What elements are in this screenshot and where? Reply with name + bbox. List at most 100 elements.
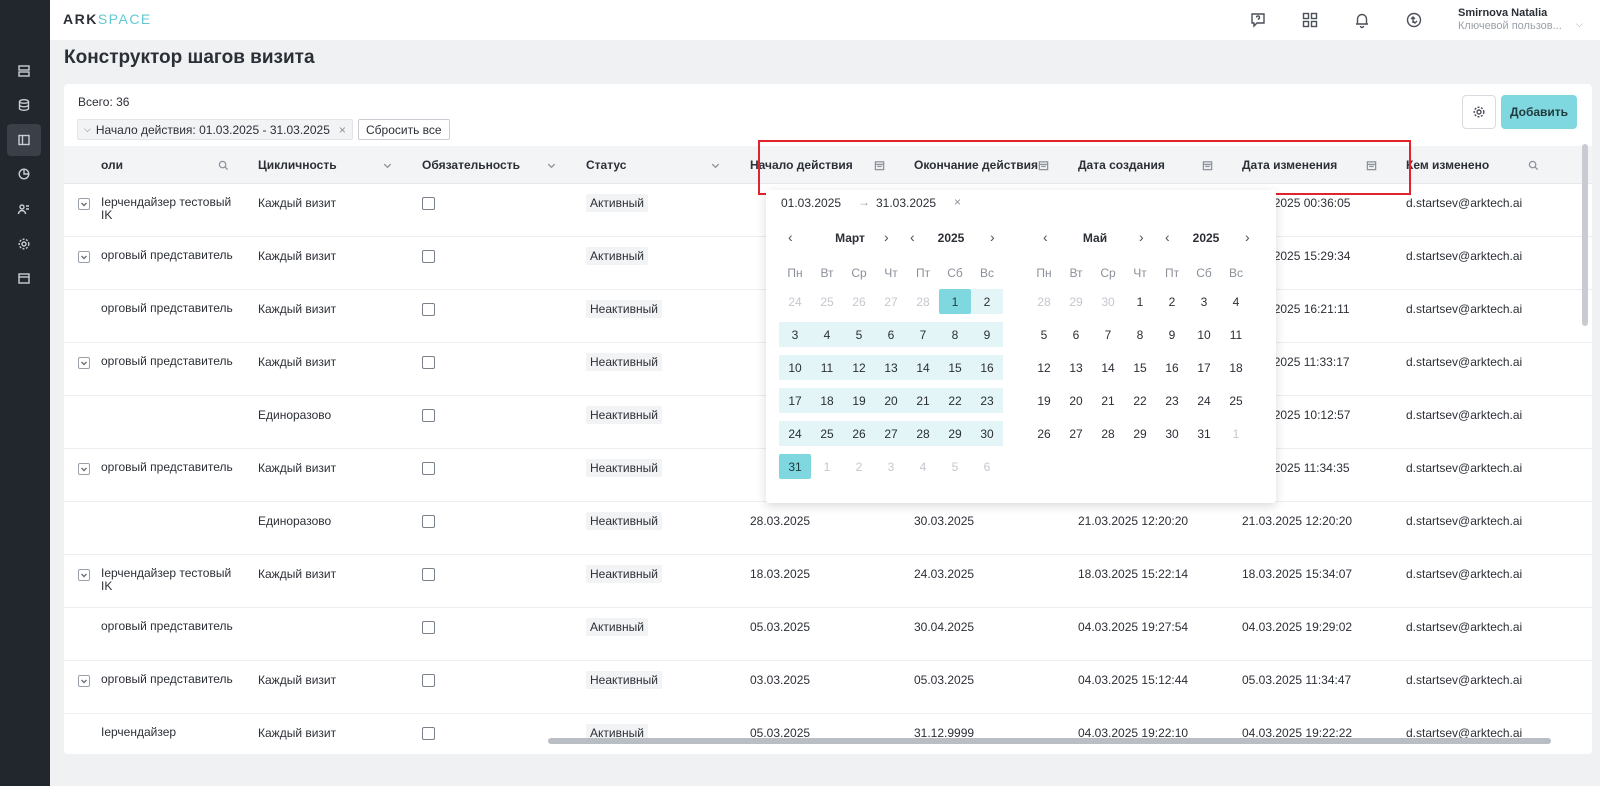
required-checkbox[interactable] [422,462,435,475]
required-checkbox[interactable] [422,356,435,369]
calendar-day[interactable]: 11 [811,355,843,380]
chevron-down-icon[interactable]: ⌵ [1576,19,1583,30]
calendar-day[interactable]: 6 [971,454,1003,479]
calendar-day[interactable]: 1 [1220,421,1252,446]
calendar-day[interactable]: 29 [1060,289,1092,314]
calendar-day[interactable]: 10 [779,355,811,380]
calendar-day[interactable]: 19 [1028,388,1060,413]
calendar-day[interactable]: 15 [939,355,971,380]
required-checkbox[interactable] [422,515,435,528]
sidebar-item-analytics[interactable] [7,158,41,190]
calendar-day[interactable]: 15 [1124,355,1156,380]
calendar-day[interactable]: 1 [811,454,843,479]
calendar-day[interactable]: 11 [1220,322,1252,347]
user-name[interactable]: Smirnova Natalia [1458,7,1547,19]
expand-row-icon[interactable] [78,675,90,687]
calendar-day[interactable]: 30 [971,421,1003,446]
chevron-down-icon[interactable] [380,158,394,172]
expand-row-icon[interactable] [78,251,90,263]
expand-row-icon[interactable] [78,198,90,210]
calendar-icon[interactable] [1036,158,1050,172]
calendar-day[interactable]: 6 [1060,322,1092,347]
calendar-day[interactable]: 29 [1124,421,1156,446]
calendar-day[interactable]: 24 [779,289,811,314]
sidebar-item-constructor[interactable] [7,124,41,156]
calendar-icon[interactable] [872,158,886,172]
calendar-day[interactable]: 12 [843,355,875,380]
calendar-day[interactable]: 22 [1124,388,1156,413]
date-range-input[interactable]: 01.03.2025 → 31.03.2025 × [766,190,1276,216]
table-row[interactable]: орговый представитель Активный 05.03.202… [64,608,1592,661]
vertical-scrollbar[interactable] [1582,144,1588,326]
calendar-day[interactable]: 4 [811,322,843,347]
calendar-day[interactable]: 2 [971,289,1003,314]
calendar-day[interactable]: 27 [875,421,907,446]
expand-row-icon[interactable] [78,569,90,581]
next-year-icon[interactable]: › [1245,229,1250,245]
calendar-day[interactable]: 8 [939,322,971,347]
calendar-day[interactable]: 28 [907,289,939,314]
calendar-day[interactable]: 29 [939,421,971,446]
calendar-day[interactable]: 28 [1092,421,1124,446]
chevron-down-icon[interactable]: ⌵ [84,124,91,135]
prev-year-icon[interactable]: ‹ [1165,229,1170,245]
calendar-day[interactable]: 31 [1188,421,1220,446]
calendar-day[interactable]: 5 [939,454,971,479]
expand-row-icon[interactable] [78,463,90,475]
column-header-start[interactable]: Начало действия [750,146,853,184]
calendar-day[interactable]: 26 [843,421,875,446]
calendar-day[interactable]: 24 [1188,388,1220,413]
calendar-day[interactable]: 2 [1156,289,1188,314]
search-icon[interactable] [216,158,230,172]
filter-chip[interactable]: ⌵ Начало действия: 01.03.2025 - 31.03.20… [77,119,353,140]
chevron-down-icon[interactable] [708,158,722,172]
sidebar-item-users[interactable] [7,193,41,225]
help-chat-icon[interactable] [1247,9,1269,31]
left-year-label[interactable]: 2025 [929,231,973,245]
add-button[interactable]: Добавить [1501,95,1577,129]
required-checkbox[interactable] [422,727,435,740]
left-month-label[interactable]: Март [825,231,875,245]
required-checkbox[interactable] [422,197,435,210]
calendar-day[interactable]: 20 [875,388,907,413]
calendar-day[interactable]: 28 [907,421,939,446]
calendar-day[interactable]: 13 [1060,355,1092,380]
clear-icon[interactable]: × [954,195,961,209]
column-header-modified[interactable]: Дата изменения [1242,146,1337,184]
calendar-day[interactable]: 16 [1156,355,1188,380]
calendar-day[interactable]: 8 [1124,322,1156,347]
calendar-day[interactable]: 27 [875,289,907,314]
apps-grid-icon[interactable] [1299,9,1321,31]
calendar-day[interactable]: 10 [1188,322,1220,347]
column-header-modified-by[interactable]: Кем изменено [1406,146,1489,184]
right-year-label[interactable]: 2025 [1184,231,1228,245]
search-icon[interactable] [1526,158,1540,172]
calendar-day[interactable]: 4 [907,454,939,479]
calendar-day[interactable]: 6 [875,322,907,347]
calendar-day[interactable]: 18 [1220,355,1252,380]
calendar-day[interactable]: 12 [1028,355,1060,380]
sidebar-item-servers[interactable] [7,55,41,87]
calendar-day[interactable]: 1 [939,289,971,314]
calendar-day[interactable]: 9 [971,322,1003,347]
calendar-day[interactable]: 30 [1156,421,1188,446]
sidebar-item-database[interactable] [7,89,41,121]
column-header-roles[interactable]: оли [101,146,123,184]
calendar-day[interactable]: 26 [843,289,875,314]
required-checkbox[interactable] [422,250,435,263]
next-year-icon[interactable]: › [990,229,995,245]
column-header-status[interactable]: Статус [586,146,626,184]
chevron-down-icon[interactable] [544,158,558,172]
calendar-day[interactable]: 9 [1156,322,1188,347]
calendar-day[interactable]: 17 [779,388,811,413]
calendar-day[interactable]: 1 [1124,289,1156,314]
right-month-label[interactable]: Май [1070,231,1120,245]
calendar-day[interactable]: 27 [1060,421,1092,446]
prev-year-icon[interactable]: ‹ [910,229,915,245]
calendar-day[interactable]: 3 [779,322,811,347]
range-start-value[interactable]: 01.03.2025 [781,196,841,210]
table-row[interactable]: Iерчендайзер тестовый IK Каждый визит Не… [64,555,1592,608]
user-role[interactable]: Ключевой пользов... [1458,20,1562,32]
calendar-day[interactable]: 23 [1156,388,1188,413]
calendar-day[interactable]: 30 [1092,289,1124,314]
